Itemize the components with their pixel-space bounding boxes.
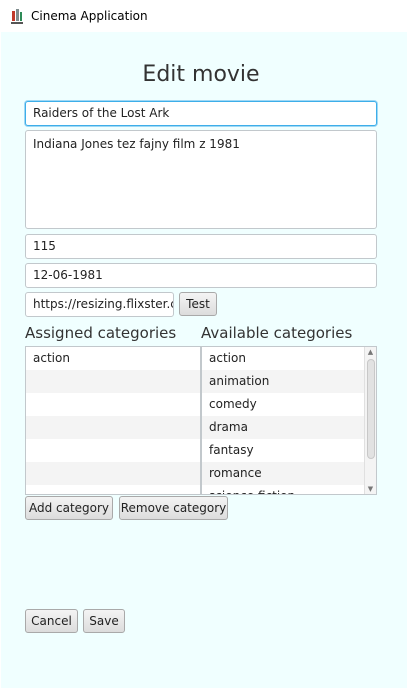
scroll-up-arrow-icon[interactable]: ▲ [365, 347, 376, 357]
list-item-empty [26, 416, 200, 439]
list-item-empty [26, 393, 200, 416]
cancel-button[interactable]: Cancel [25, 609, 78, 633]
description-textarea[interactable]: Indiana Jones tez fajny film z 1981 [25, 130, 377, 229]
list-item-empty [26, 439, 200, 462]
page-title: Edit movie [142, 62, 260, 87]
list-item[interactable]: action [202, 347, 376, 370]
duration-input[interactable]: 115 [25, 234, 377, 259]
title-bar: Cinema Application [0, 0, 408, 32]
remove-category-button[interactable]: Remove category [119, 496, 228, 520]
assigned-categories-label: Assigned categories [25, 324, 177, 342]
list-item[interactable]: fantasy [202, 439, 376, 462]
window-title: Cinema Application [31, 9, 148, 23]
list-item[interactable]: action [26, 347, 200, 370]
scroll-down-arrow-icon[interactable]: ▼ [365, 484, 376, 494]
list-item[interactable]: drama [202, 416, 376, 439]
list-scrollbar[interactable]: ▲ ▼ [364, 347, 376, 494]
image-url-input[interactable]: https://resizing.flixster.com [25, 292, 174, 317]
list-item-empty [26, 462, 200, 485]
list-item[interactable]: animation [202, 370, 376, 393]
list-item[interactable]: science fiction [202, 485, 376, 494]
cinema-app-icon [11, 9, 23, 24]
edit-movie-window: Edit movie Raiders of the Lost Ark India… [1, 32, 407, 688]
assigned-categories-list[interactable]: action [25, 346, 201, 495]
list-item[interactable]: romance [202, 462, 376, 485]
list-item-empty [26, 370, 200, 393]
available-categories-list[interactable]: action animation comedy drama fantasy ro… [201, 346, 377, 495]
add-category-button[interactable]: Add category [25, 496, 113, 520]
available-categories-label: Available categories [201, 324, 353, 342]
list-item[interactable]: comedy [202, 393, 376, 416]
scroll-thumb[interactable] [367, 359, 375, 459]
save-button[interactable]: Save [83, 609, 125, 633]
test-button[interactable]: Test [179, 292, 217, 316]
release-date-input[interactable]: 12-06-1981 [25, 263, 377, 288]
list-item-empty [26, 485, 200, 494]
title-input[interactable]: Raiders of the Lost Ark [25, 101, 377, 126]
